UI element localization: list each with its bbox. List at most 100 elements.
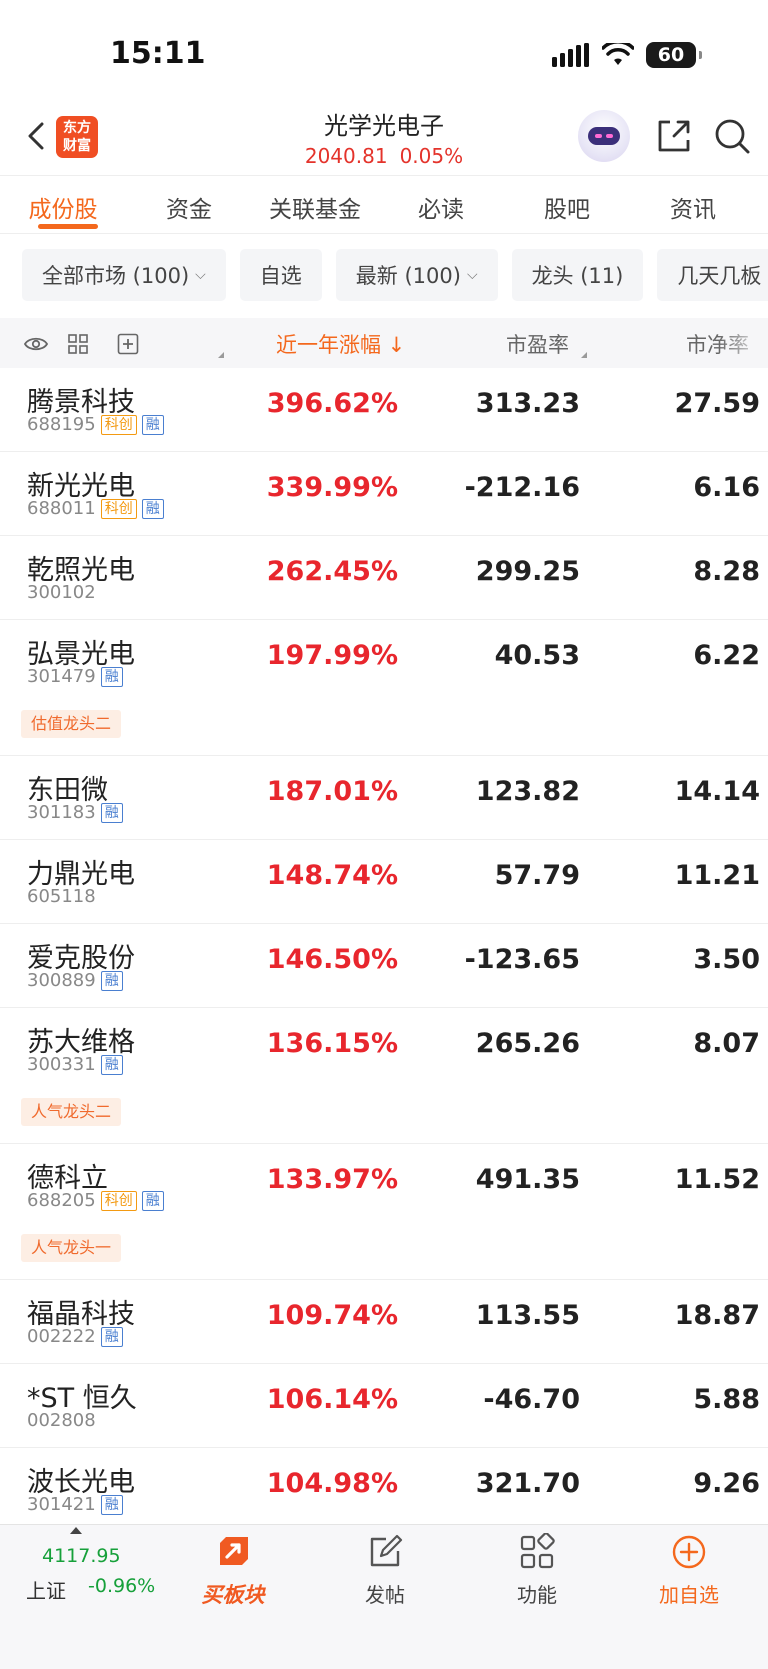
filter-market[interactable]: 全部市场 (100) ⌵ <box>22 249 226 301</box>
margin-badge: 融 <box>100 666 123 687</box>
pe-value: 123.82 <box>475 776 580 807</box>
tab-bar: 成份股 资金 关联基金 必读 股吧 资讯 <box>0 178 768 234</box>
pe-value: 40.53 <box>494 640 580 671</box>
change-1y-value: 136.15% <box>266 1028 398 1059</box>
change-1y-value: 133.97% <box>266 1164 398 1195</box>
functions-grid-icon <box>520 1533 555 1569</box>
sort-corner-icon <box>218 352 224 358</box>
nav-header: 东方 财富 光学光电子 2040.81 0.05% <box>0 100 768 176</box>
stock-code-line: 300331 融 <box>27 1054 123 1075</box>
filter-watchlist[interactable]: 自选 <box>239 249 322 301</box>
filter-streak-boards[interactable]: 几天几板 <box>657 249 768 301</box>
sector-quote: 2040.81 0.05% <box>0 144 768 168</box>
stock-code-line: 300889 融 <box>27 970 123 991</box>
page-title: 光学光电子 <box>324 112 444 140</box>
expand-up-icon[interactable] <box>70 1527 82 1534</box>
table-row[interactable]: 苏大维格 300331 融人气龙头二 136.15% 265.26 8.07 <box>0 1008 768 1144</box>
table-row[interactable]: *ST 恒久 002808 106.14% -46.70 5.88 <box>0 1364 768 1448</box>
share-icon[interactable] <box>654 116 694 156</box>
margin-badge: 融 <box>100 802 123 823</box>
header-change-1y[interactable]: 近一年涨幅 ↓ <box>276 329 405 359</box>
post-button[interactable]: 发帖 <box>330 1533 440 1608</box>
chevron-down-icon: ⌵ <box>195 267 206 283</box>
filter-latest[interactable]: 最新 (100) ⌵ <box>335 249 498 301</box>
functions-button[interactable]: 功能 <box>482 1533 592 1608</box>
buy-sector-icon <box>220 1537 248 1565</box>
pe-value: -123.65 <box>464 944 580 975</box>
buy-sector-button[interactable]: 买板块 <box>178 1533 288 1609</box>
pe-value: -46.70 <box>483 1384 580 1415</box>
tab-capital[interactable]: 资金 <box>126 178 252 233</box>
index-value[interactable]: 4117.95 <box>42 1545 121 1567</box>
index-name[interactable]: 上证 <box>26 1575 66 1604</box>
change-1y-value: 109.74% <box>266 1300 398 1331</box>
table-row[interactable]: 乾照光电 300102 262.45% 299.25 8.28 <box>0 536 768 620</box>
add-watchlist-button[interactable]: 加自选 <box>634 1533 744 1608</box>
table-row[interactable]: 新光光电 688011 科创融 339.99% -212.16 6.16 <box>0 452 768 536</box>
stock-code: 688195 <box>27 414 96 435</box>
change-1y-value: 106.14% <box>266 1384 398 1415</box>
stock-code-line: 688011 科创融 <box>27 498 164 519</box>
margin-badge: 融 <box>141 498 164 519</box>
change-1y-value: 197.99% <box>266 640 398 671</box>
brand-logo: 东方 财富 <box>56 116 98 158</box>
margin-badge: 融 <box>100 1494 123 1515</box>
filter-leaders[interactable]: 龙头 (11) <box>511 249 644 301</box>
header-pe[interactable]: 市盈率 <box>506 329 569 359</box>
stock-code-line: 301479 融 <box>27 666 123 687</box>
leader-tag: 人气龙头一 <box>21 1234 122 1262</box>
back-arrow-icon[interactable] <box>20 116 52 156</box>
pb-value: 27.59 <box>674 388 760 419</box>
pe-value: 491.35 <box>475 1164 580 1195</box>
margin-badge: 融 <box>100 1054 123 1075</box>
tab-must-read[interactable]: 必读 <box>378 178 504 233</box>
stock-code: 605118 <box>27 886 96 907</box>
tab-constituents[interactable]: 成份股 <box>0 178 126 233</box>
pb-value: 8.07 <box>693 1028 760 1059</box>
stock-code: 301421 <box>27 1494 96 1515</box>
change-1y-value: 187.01% <box>266 776 398 807</box>
index-change[interactable]: -0.96% <box>88 1575 155 1597</box>
search-icon[interactable] <box>712 116 752 156</box>
plus-circle-icon <box>672 1535 706 1569</box>
change-1y-value: 104.98% <box>266 1468 398 1499</box>
ai-assistant-icon[interactable] <box>578 110 630 162</box>
pe-value: 321.70 <box>475 1468 580 1499</box>
status-bar: 15:11 60 <box>0 0 768 100</box>
pb-value: 11.52 <box>674 1164 760 1195</box>
pb-value: 11.21 <box>674 860 760 891</box>
table-row[interactable]: 波长光电 301421 融 104.98% 321.70 9.26 <box>0 1448 768 1524</box>
stock-code: 300102 <box>27 582 96 603</box>
pb-value: 14.14 <box>674 776 760 807</box>
stock-code: 688011 <box>27 498 96 519</box>
change-1y-value: 396.62% <box>266 388 398 419</box>
change-1y-value: 148.74% <box>266 860 398 891</box>
pe-value: 299.25 <box>475 556 580 587</box>
table-row[interactable]: 福晶科技 002222 融 109.74% 113.55 18.87 <box>0 1280 768 1364</box>
table-row[interactable]: 腾景科技 688195 科创融 396.62% 313.23 27.59 <box>0 368 768 452</box>
table-row[interactable]: 力鼎光电 605118 148.74% 57.79 11.21 <box>0 840 768 924</box>
change-1y-value: 339.99% <box>266 472 398 503</box>
pe-value: -212.16 <box>464 472 580 503</box>
stock-code-line: 605118 <box>27 886 96 907</box>
table-row[interactable]: 弘景光电 301479 融估值龙头二 197.99% 40.53 6.22 <box>0 620 768 756</box>
table-row[interactable]: 德科立 688205 科创融人气龙头一 133.97% 491.35 11.52 <box>0 1144 768 1280</box>
pb-value: 6.22 <box>693 640 760 671</box>
pb-value: 3.50 <box>693 944 760 975</box>
stock-code: 301183 <box>27 802 96 823</box>
pe-value: 57.79 <box>494 860 580 891</box>
battery-icon: 60 <box>646 42 702 68</box>
star-market-badge: 科创 <box>100 498 137 519</box>
tab-news[interactable]: 资讯 <box>630 178 756 233</box>
stock-code: 300331 <box>27 1054 96 1075</box>
tab-related-funds[interactable]: 关联基金 <box>252 178 378 233</box>
eye-icon[interactable] <box>24 332 48 356</box>
stock-code-line: 301183 融 <box>27 802 123 823</box>
table-row[interactable]: 东田微 301183 融 187.01% 123.82 14.14 <box>0 756 768 840</box>
table-row[interactable]: 爱克股份 300889 融 146.50% -123.65 3.50 <box>0 924 768 1008</box>
leader-tag: 估值龙头二 <box>21 710 122 738</box>
grid-icon[interactable] <box>66 332 90 356</box>
add-column-icon[interactable] <box>116 332 140 356</box>
tab-forum[interactable]: 股吧 <box>504 178 630 233</box>
stock-code: 300889 <box>27 970 96 991</box>
